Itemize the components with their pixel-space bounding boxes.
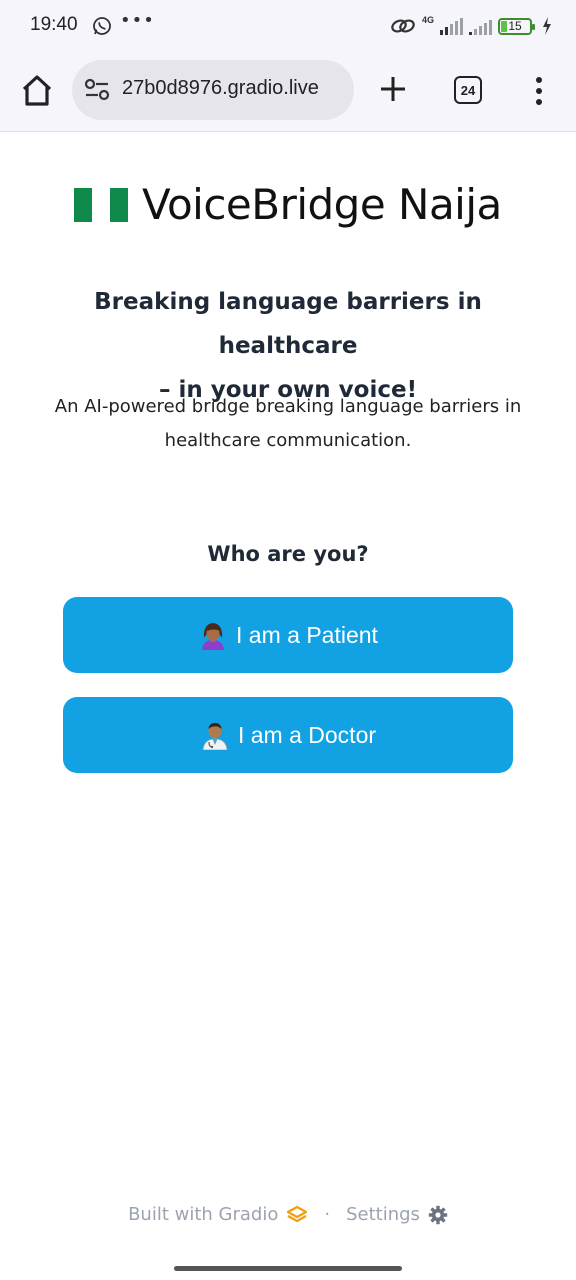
whatsapp-icon bbox=[93, 17, 111, 35]
address-bar[interactable]: 27b0d8976.gradio.live bbox=[72, 60, 354, 120]
plus-icon[interactable] bbox=[376, 72, 410, 106]
doctor-button[interactable]: I am a Doctor bbox=[63, 697, 513, 773]
health-worker-icon bbox=[202, 723, 228, 750]
signal-icon bbox=[440, 17, 463, 35]
link-icon bbox=[391, 19, 415, 33]
status-time: 19:40 bbox=[30, 14, 78, 35]
more-notifications-icon: ••• bbox=[120, 10, 155, 31]
browser-toolbar: 27b0d8976.gradio.live 24 bbox=[0, 52, 576, 132]
menu-icon[interactable] bbox=[528, 74, 550, 108]
subtitle-line-1: Breaking language barriers in healthcare bbox=[94, 289, 482, 359]
url-text[interactable]: 27b0d8976.gradio.live bbox=[122, 77, 319, 100]
tabs-icon[interactable]: 24 bbox=[454, 76, 482, 104]
network-type: 4G bbox=[421, 15, 434, 25]
settings-link[interactable]: Settings bbox=[346, 1204, 448, 1225]
signal-icon-secondary bbox=[469, 17, 492, 35]
woman-icon bbox=[202, 623, 225, 650]
status-right-group: 4G 15 bbox=[390, 14, 552, 38]
charging-icon bbox=[543, 17, 551, 35]
gesture-bar[interactable] bbox=[174, 1266, 402, 1271]
page-title: VoiceBridge Naija bbox=[142, 180, 502, 229]
role-question: Who are you? bbox=[207, 542, 369, 566]
patient-button-label: I am a Patient bbox=[236, 621, 378, 648]
battery-icon: 15 bbox=[498, 17, 535, 35]
gradio-logo-icon bbox=[287, 1205, 308, 1222]
nigeria-flag-icon bbox=[74, 188, 128, 222]
footer-separator: · bbox=[324, 1204, 331, 1225]
patient-button[interactable]: I am a Patient bbox=[63, 597, 513, 673]
footer: Built with Gradio · Settings bbox=[0, 1204, 576, 1225]
description-line-1: An AI-powered bridge breaking language b… bbox=[54, 396, 522, 417]
tab-count: 24 bbox=[460, 82, 476, 98]
status-bar: 19:40 ••• 4G 15 bbox=[0, 0, 576, 52]
site-settings-icon[interactable] bbox=[84, 78, 110, 102]
description: An AI-powered bridge breaking language b… bbox=[40, 390, 536, 458]
doctor-button-label: I am a Doctor bbox=[237, 721, 377, 748]
home-icon[interactable] bbox=[18, 72, 56, 110]
gear-icon bbox=[428, 1205, 448, 1224]
built-with-text: Built with Gradio bbox=[128, 1204, 279, 1225]
description-line-2: healthcare communication. bbox=[164, 430, 412, 451]
settings-text: Settings bbox=[346, 1204, 420, 1225]
battery-level: 15 bbox=[508, 19, 522, 33]
built-with-gradio-link[interactable]: Built with Gradio bbox=[128, 1204, 308, 1225]
